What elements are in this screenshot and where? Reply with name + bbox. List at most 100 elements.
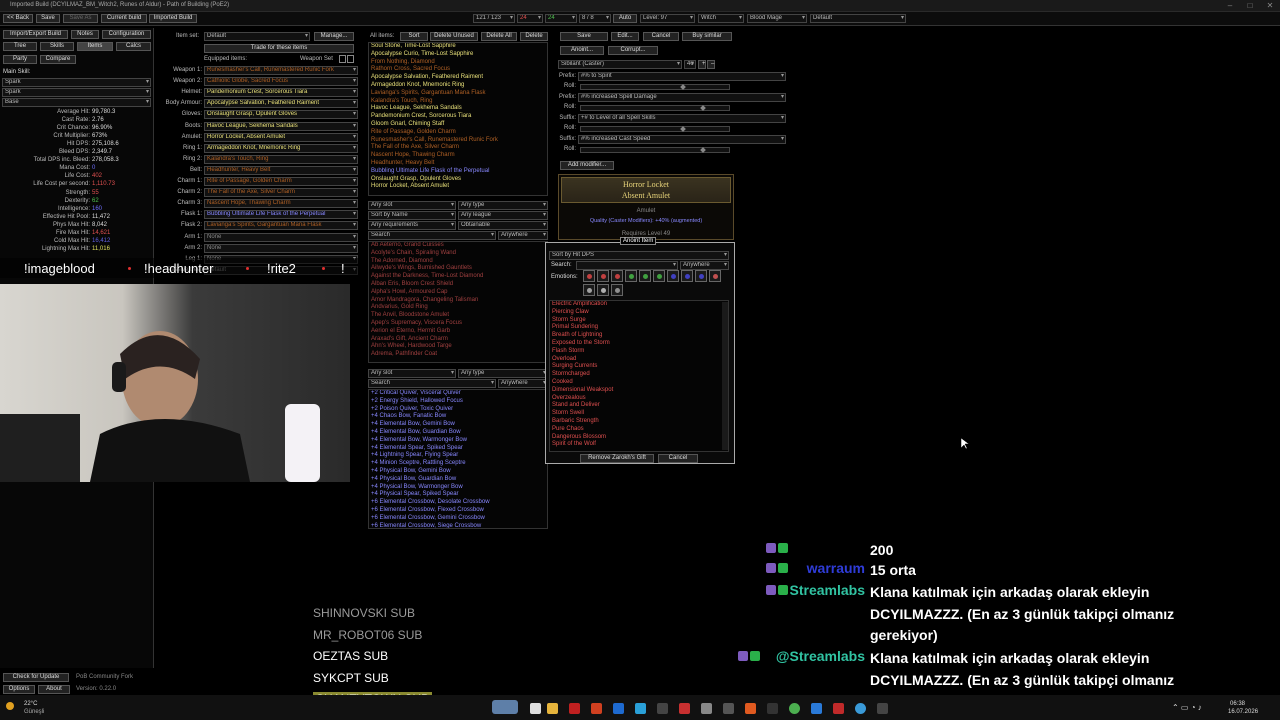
chrome-icon[interactable] <box>789 703 800 714</box>
anoint-notable-entry[interactable]: Stand and Deliver <box>550 402 728 410</box>
minimize-icon[interactable]: – <box>1220 0 1240 12</box>
ilvl-plus-button[interactable]: + <box>698 60 706 69</box>
rare-db-entry[interactable]: +4 Minion Sceptre, Rattling Sceptre <box>369 460 547 468</box>
rare-db-entry[interactable]: +4 Lightning Spear, Flying Spear <box>369 452 547 460</box>
search-icon[interactable] <box>492 700 518 714</box>
db1-sort-select[interactable]: Sort by Name <box>368 211 456 220</box>
app-icon[interactable] <box>723 703 734 714</box>
current-build-button[interactable]: Current build <box>101 14 147 23</box>
buy-similar-button[interactable]: Buy similar <box>682 32 732 41</box>
item-list-entry[interactable]: Bubbling Ultimate Life Flask of the Perp… <box>369 168 547 176</box>
emotion-icon[interactable] <box>611 284 623 296</box>
db2-slot-select[interactable]: Any slot <box>368 369 456 378</box>
rare-db-entry[interactable]: +4 Elemental Spear, Spiked Spear <box>369 445 547 453</box>
app-icon[interactable] <box>833 703 844 714</box>
rare-db-entry[interactable]: +4 Physical Bow, Gemini Bow <box>369 468 547 476</box>
app-icon[interactable] <box>855 703 866 714</box>
unique-db-entry[interactable]: Aerion el Eterno, Hermit Garb <box>369 328 547 336</box>
anoint-notable-entry[interactable]: Cooked <box>550 379 728 387</box>
unique-db-entry[interactable]: Against the Darkness, Time-Lost Diamond <box>369 273 547 281</box>
unique-db-entry[interactable]: Apep's Supremacy, Viscera Focus <box>369 320 547 328</box>
rare-db-entry[interactable]: +2 Poison Quiver, Toxic Quiver <box>369 406 547 414</box>
import-export-tab[interactable]: Import/Export Build <box>3 30 68 39</box>
mod-select[interactable]: #% to Spirit <box>578 72 786 81</box>
item-list-entry[interactable]: Apocalypse Curio, Time-Lost Sapphire <box>369 51 547 59</box>
app-icon[interactable] <box>877 703 888 714</box>
db1-slot-select[interactable]: Any slot <box>368 201 456 210</box>
anoint-notable-entry[interactable]: Dangerous Blossom <box>550 434 728 442</box>
anoint-notable-entry[interactable]: Piercing Claw <box>550 309 728 317</box>
anoint-notable-entry[interactable]: Pure Chaos <box>550 426 728 434</box>
mod-select[interactable]: +# to Level of all Spell Skills <box>578 114 786 123</box>
slot-select[interactable]: Cathiolic Globe, Sacred Focus <box>204 77 358 87</box>
rare-db-entry[interactable]: +6 Elemental Crossbow, Flexed Crossbow <box>369 507 547 515</box>
app-icon[interactable] <box>701 703 712 714</box>
mod-select[interactable]: #% increased Cast Speed <box>578 135 786 144</box>
item-list-entry[interactable]: Runesmasher's Call, Runemastered Runic F… <box>369 137 547 145</box>
app-icon[interactable] <box>613 703 624 714</box>
add-modifier-button[interactable]: Add modifier... <box>560 161 614 170</box>
about-button[interactable]: About <box>38 685 70 694</box>
db2-search-input[interactable]: Search <box>368 379 496 388</box>
unique-db-list[interactable]: Ab Aeterno, Grand Cuisses Acolyte's Chain… <box>368 241 548 363</box>
slider-handle-icon[interactable] <box>700 105 706 111</box>
anoint-notable-entry[interactable]: Storm Surge <box>550 317 728 325</box>
trade-button[interactable]: Trade for these items <box>204 44 354 53</box>
db1-obtain-select[interactable]: Obtainable <box>458 221 548 230</box>
rare-db-entry[interactable]: +6 Elemental Crossbow, Siege Crossbow <box>369 523 547 528</box>
emotion-icon[interactable] <box>583 270 595 282</box>
emotion-icon[interactable] <box>709 270 721 282</box>
file-explorer-icon[interactable] <box>547 703 558 714</box>
corrupt-button[interactable]: Corrupt... <box>608 46 658 55</box>
slider-handle-icon[interactable] <box>700 147 706 153</box>
slider-handle-icon[interactable] <box>680 126 686 132</box>
slot-select[interactable]: Lavianga's Spirits, Gargantuan Mana Flas… <box>204 221 358 231</box>
slot-select[interactable]: Armageddon Knot, Mnemonic Ring <box>204 143 358 153</box>
slot-select[interactable]: Bubbling Ultimate Life Flask of the Perp… <box>204 210 358 220</box>
notes-tab[interactable]: Notes <box>71 30 99 39</box>
class-select[interactable]: Witch <box>698 14 744 23</box>
item-list-entry[interactable]: Gloom Gnarl, Chiming Staff <box>369 121 547 129</box>
save-build-button[interactable]: Save <box>36 14 60 23</box>
terminal-icon[interactable] <box>767 703 778 714</box>
vscode-icon[interactable] <box>811 703 822 714</box>
ilvl-minus-button[interactable]: – <box>707 60 715 69</box>
unique-db-entry[interactable]: Adrema, Pathfinder Coat <box>369 351 547 359</box>
rare-db-entry[interactable]: +4 Physical Bow, Warmonger Bow <box>369 484 547 492</box>
slot-select[interactable]: Kalandra's Touch, Ring <box>204 154 358 164</box>
unique-db-entry[interactable]: Amor Mandragora, Changeling Talisman <box>369 297 547 305</box>
emotion-icon[interactable] <box>639 270 651 282</box>
config-select[interactable]: Default <box>810 14 906 23</box>
weapon-set-2-toggle[interactable] <box>347 55 354 63</box>
emotion-icon[interactable] <box>583 284 595 296</box>
anoint-sort-select[interactable]: Sort by Hit DPS <box>549 251 729 260</box>
anoint-where-select[interactable]: Anywhere <box>680 261 729 270</box>
anoint-notable-entry[interactable]: Flash Storm <box>550 348 728 356</box>
anoint-notable-entry[interactable]: Stormcharged <box>550 371 728 379</box>
anoint-search-input[interactable] <box>576 261 678 270</box>
editor-cancel-button[interactable]: Cancel <box>643 32 679 41</box>
ascendancy-select[interactable]: Blood Mage <box>747 14 807 23</box>
item-list-entry[interactable]: Kalandra's Touch, Ring <box>369 98 547 106</box>
slider-handle-icon[interactable] <box>680 84 686 90</box>
emotion-icon[interactable] <box>667 270 679 282</box>
item-list-entry[interactable]: Horror Locket, Absent Amulet <box>369 183 547 191</box>
slot-select[interactable]: Onslaught Grasp, Opulent Gloves <box>204 110 358 120</box>
delete-unused-button[interactable]: Delete Unused <box>430 32 478 41</box>
anoint-notable-entry[interactable]: Dimensional Weakspot <box>550 387 728 395</box>
rare-db-entry[interactable]: +2 Energy Shield, Hallowed Focus <box>369 398 547 406</box>
item-list-entry[interactable]: Armageddon Knot, Mnemonic Ring <box>369 82 547 90</box>
anoint-button[interactable]: Anoint... <box>560 46 604 55</box>
item-list-entry[interactable]: Onslaught Grasp, Opulent Gloves <box>369 176 547 184</box>
item-list-entry[interactable]: Pandemonium Crest, Sorcerous Tiara <box>369 113 547 121</box>
anoint-notable-entry[interactable]: Overload <box>550 356 728 364</box>
anoint-notable-entry[interactable]: Storm Swell <box>550 410 728 418</box>
anoint-notable-entry[interactable]: Barbaric Strength <box>550 418 728 426</box>
item-list-entry[interactable]: Lavianga's Spirits, Gargantuan Mana Flas… <box>369 90 547 98</box>
mod-select[interactable]: #% increased Spell Damage <box>578 93 786 102</box>
anoint-notable-entry[interactable]: Breath of Lightning <box>550 332 728 340</box>
db1-req-select[interactable]: Any requirements <box>368 221 456 230</box>
tree-tab[interactable]: Tree <box>3 42 37 51</box>
emotion-icon[interactable] <box>625 270 637 282</box>
rare-db-entry[interactable]: +4 Elemental Bow, Gemini Bow <box>369 421 547 429</box>
